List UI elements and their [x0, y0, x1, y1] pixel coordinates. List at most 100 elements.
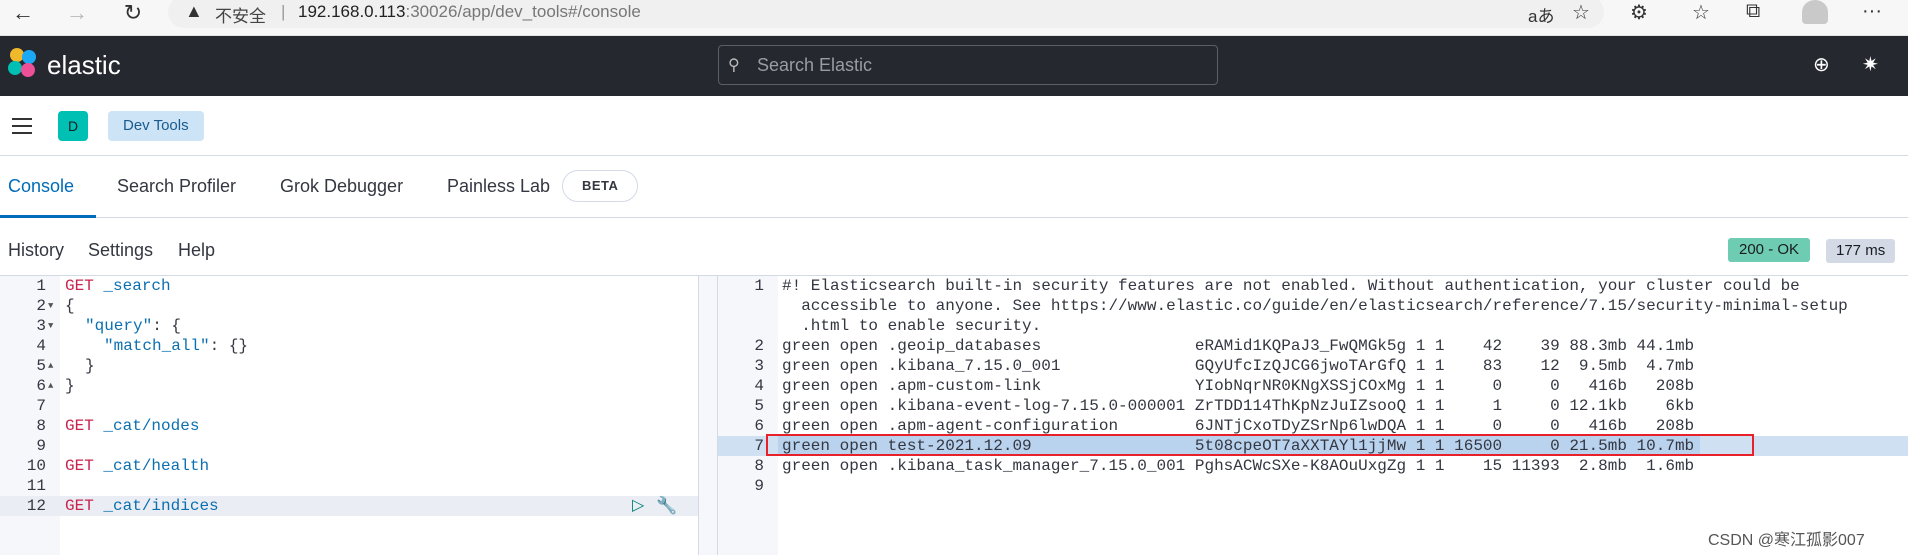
- read-aloud-icon[interactable]: aあ: [1528, 2, 1554, 27]
- profile-avatar[interactable]: [1802, 0, 1828, 24]
- url-path: :30026/app/dev_tools#/console: [405, 2, 641, 21]
- tab-grok-debugger[interactable]: Grok Debugger: [280, 176, 403, 197]
- line-number: 8: [754, 457, 764, 475]
- line-number: 9: [754, 477, 764, 495]
- http-method: GET: [65, 497, 94, 515]
- index-row: green open .apm-agent-configuration 6JNT…: [782, 417, 1695, 435]
- url-host: 192.168.0.113: [298, 2, 406, 21]
- line-number: 5: [754, 397, 764, 415]
- line-number: 10: [26, 457, 46, 475]
- tab-console[interactable]: Console: [8, 176, 74, 197]
- response-warning-line: accessible to anyone. See https://www.el…: [782, 297, 1848, 315]
- index-row: green open .geoip_databases eRAMid1KQPaJ…: [782, 337, 1695, 355]
- line-number: 2: [36, 297, 46, 315]
- line-number: 12: [26, 497, 46, 515]
- tab-search-profiler[interactable]: Search Profiler: [117, 176, 236, 197]
- fold-toggle-icon[interactable]: ▼: [48, 316, 53, 336]
- add-favorite-icon[interactable]: ☆: [1572, 0, 1590, 25]
- play-icon[interactable]: ▷: [632, 497, 650, 515]
- line-number: 6: [36, 377, 46, 395]
- http-method: GET: [65, 277, 94, 295]
- pane-resizer[interactable]: [698, 276, 718, 555]
- dev-tools-tabs: Console Search Profiler Grok Debugger Pa…: [0, 156, 1908, 218]
- line-number: 3: [754, 357, 764, 375]
- back-arrow-icon[interactable]: ←: [8, 2, 38, 28]
- request-path: _cat/indices: [103, 497, 219, 515]
- line-number: 4: [36, 337, 46, 355]
- request-line: "query": {: [85, 316, 181, 336]
- line-number: 9: [36, 437, 46, 455]
- line-number: 1: [36, 277, 46, 295]
- collections-icon[interactable]: ⧉: [1746, 0, 1760, 23]
- line-number: 1: [754, 277, 764, 295]
- breadcrumb-bar: D Dev Tools: [0, 96, 1908, 156]
- line-number: 7: [36, 397, 46, 415]
- json-key: "query": [85, 317, 153, 335]
- line-number: 3: [36, 317, 46, 335]
- line-number: 6: [754, 417, 764, 435]
- tab-painless-lab[interactable]: Painless Lab: [447, 176, 550, 197]
- index-row: green open .apm-custom-link YIobNqrNR0KN…: [782, 377, 1695, 395]
- status-badge: 200 - OK: [1728, 238, 1811, 262]
- beta-badge: BETA: [562, 170, 639, 202]
- request-time-badge: 177 ms: [1826, 239, 1896, 263]
- line-number: 5: [36, 357, 46, 375]
- news-feed-icon[interactable]: ✷: [1862, 52, 1879, 77]
- breadcrumb[interactable]: Dev Tools: [108, 111, 204, 141]
- line-number: 8: [36, 417, 46, 435]
- request-line: }: [65, 377, 75, 395]
- request-path: _cat/nodes: [103, 417, 200, 435]
- space-avatar[interactable]: D: [58, 111, 88, 141]
- history-link[interactable]: History: [8, 240, 64, 261]
- more-icon[interactable]: ···: [1862, 0, 1882, 23]
- index-row: green open .kibana_task_manager_7.15.0_0…: [782, 457, 1695, 475]
- warning-icon[interactable]: ▲: [185, 1, 203, 22]
- json-punct: : {}: [209, 337, 249, 355]
- index-row: green open .kibana-event-log-7.15.0-0000…: [782, 397, 1695, 415]
- elastic-logo-icon[interactable]: [8, 48, 38, 78]
- forward-arrow-icon[interactable]: →: [62, 2, 92, 28]
- http-method: GET: [65, 457, 94, 475]
- request-line: GET _cat/indices: [65, 496, 219, 516]
- response-warning-line: #! Elasticsearch built-in security featu…: [782, 277, 1800, 295]
- help-icon[interactable]: ⊕: [1813, 52, 1830, 77]
- search-icon: ⚲: [728, 57, 740, 74]
- response-warning-line: .html to enable security.: [782, 317, 1042, 335]
- wrench-icon[interactable]: 🔧: [656, 496, 677, 516]
- elastic-header: elastic ⚲ ⊕ ✷: [0, 36, 1908, 96]
- extensions-icon[interactable]: ⚙: [1630, 0, 1648, 25]
- json-key: "match_all": [104, 337, 210, 355]
- brand-name[interactable]: elastic: [47, 50, 121, 81]
- watermark: CSDN @寒江孤影007: [1708, 532, 1865, 549]
- request-path: _search: [103, 277, 171, 295]
- line-number: 4: [754, 377, 764, 395]
- request-line: GET _search: [65, 276, 171, 296]
- url-text[interactable]: 192.168.0.113:30026/app/dev_tools#/conso…: [298, 2, 641, 22]
- reload-icon[interactable]: ↻: [118, 2, 148, 28]
- request-path: _cat/health: [103, 457, 210, 475]
- security-label[interactable]: 不安全: [215, 2, 266, 27]
- line-number: 11: [26, 477, 46, 495]
- request-line: "match_all": {}: [104, 336, 248, 356]
- json-punct: : {: [152, 317, 182, 335]
- annotation-highlight-box: [766, 434, 1754, 456]
- fold-toggle-icon[interactable]: ▲: [48, 376, 53, 396]
- http-method: GET: [65, 417, 94, 435]
- index-row: green open .kibana_7.15.0_001 GQyUfcIzQJ…: [782, 357, 1695, 375]
- fold-toggle-icon[interactable]: ▼: [48, 296, 53, 316]
- address-divider: |: [281, 2, 286, 21]
- favorites-icon[interactable]: ☆: [1692, 0, 1710, 25]
- settings-link[interactable]: Settings: [88, 240, 153, 261]
- line-number: 2: [754, 337, 764, 355]
- active-tab-indicator: [0, 215, 96, 218]
- fold-toggle-icon[interactable]: ▲: [48, 356, 53, 376]
- global-search[interactable]: ⚲: [718, 45, 1218, 85]
- request-line: }: [85, 357, 95, 375]
- request-line: {: [65, 297, 75, 315]
- menu-icon[interactable]: [12, 118, 32, 134]
- search-input[interactable]: [757, 54, 1197, 76]
- request-line: GET _cat/nodes: [65, 416, 199, 436]
- help-link[interactable]: Help: [178, 240, 215, 261]
- line-number: 7: [754, 437, 764, 455]
- request-line: GET _cat/health: [65, 456, 209, 476]
